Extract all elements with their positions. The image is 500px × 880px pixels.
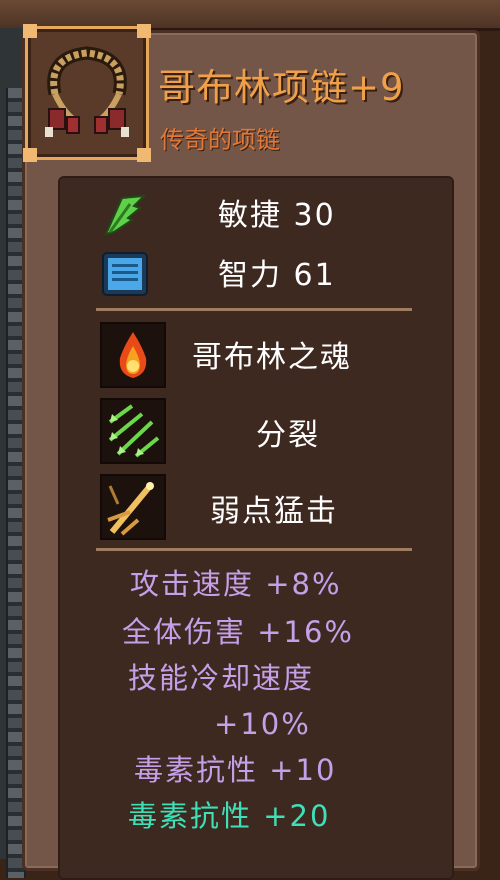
bonus-attack-speed: 攻击速度 +8% [130, 567, 342, 601]
arrows-icon [108, 404, 160, 458]
frame-corner [23, 24, 37, 38]
frame-corner [137, 24, 151, 38]
divider [96, 548, 412, 551]
weak-point-strike-icon[interactable] [100, 474, 166, 540]
item-icon-frame[interactable] [23, 24, 151, 162]
bonus-all-damage: 全体伤害 +16% [122, 615, 354, 649]
bonus-cooldown-speed: 技能冷却速度 [128, 661, 315, 695]
bonus-poison-resist-extra: 毒素抗性 +20 [128, 799, 331, 833]
stat-agility: 敏捷 30 [218, 198, 336, 234]
stat-intelligence-label: 智力 61 [218, 258, 336, 293]
bonus-poison-resist: 毒素抗性 +10 [134, 753, 337, 787]
skill-weak-point-strike: 弱点猛击 [210, 494, 338, 529]
goblin-necklace-icon [45, 46, 129, 137]
intelligence-book-icon [102, 252, 148, 296]
stat-agility-label: 敏捷 30 [218, 198, 336, 233]
item-name: 哥布林项链+9 [158, 66, 405, 109]
item-quality: 传奇的项链 [160, 126, 280, 154]
bonus-cooldown-value: +10% [214, 707, 311, 741]
fire-icon [119, 332, 147, 378]
strike-icon [107, 482, 154, 536]
frame-corner [23, 148, 37, 162]
split-arrows-icon[interactable] [100, 398, 166, 464]
goblin-soul-fire-icon[interactable] [100, 322, 166, 388]
divider [96, 308, 412, 311]
frame-corner [137, 148, 151, 162]
stat-intelligence: 智力 61 [218, 258, 336, 294]
agility-feather-icon [104, 194, 147, 236]
skill-split: 分裂 [256, 418, 320, 453]
skill-goblin-soul: 哥布林之魂 [192, 340, 352, 375]
